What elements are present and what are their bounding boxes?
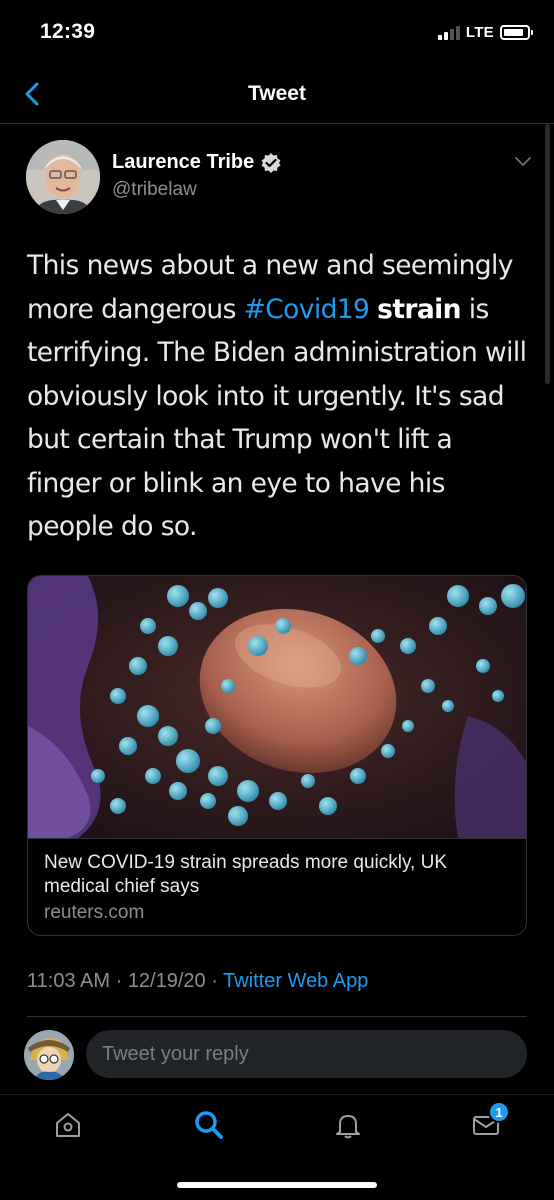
status-time: 12:39	[40, 20, 96, 43]
search-icon	[195, 1111, 223, 1139]
scroll-indicator	[545, 124, 550, 384]
tweet-text: This news about a new and seemingly more…	[27, 244, 532, 549]
chevron-down-icon[interactable]	[514, 154, 532, 168]
nav-header: Tweet	[0, 66, 554, 124]
network-label: LTE	[465, 24, 494, 41]
status-indicators: LTE	[437, 24, 533, 41]
author-avatar[interactable]	[26, 140, 100, 214]
link-card[interactable]: New COVID-19 strain spreads more quickly…	[27, 575, 527, 936]
meta-separator: ·	[110, 970, 128, 992]
user-avatar[interactable]	[24, 1030, 74, 1080]
tweet-time: 11:03 AM	[27, 970, 111, 992]
tweet-date: 12/19/20	[127, 970, 206, 992]
tab-notifications[interactable]	[328, 1105, 368, 1145]
verified-badge-icon	[261, 152, 281, 173]
card-domain: reuters.com	[44, 902, 145, 923]
card-title: New COVID-19 strain spreads more quickly…	[44, 852, 447, 897]
meta-separator: ·	[205, 970, 224, 992]
tweet-meta: 11:03 AM · 12/19/20 · Twitter Web App	[27, 970, 368, 993]
page-title: Tweet	[248, 82, 306, 105]
tab-bar: 1	[0, 1094, 554, 1154]
card-image[interactable]	[28, 576, 526, 838]
notification-badge: 1	[488, 1101, 510, 1123]
tab-messages[interactable]: 1	[466, 1101, 510, 1145]
home-indicator[interactable]	[177, 1182, 377, 1188]
card-body[interactable]: New COVID-19 strain spreads more quickly…	[28, 838, 526, 935]
hashtag-link[interactable]: #Covid19	[244, 294, 370, 325]
author-name-text: Laurence Tribe	[112, 151, 255, 173]
author-name[interactable]: Laurence Tribe	[112, 151, 282, 174]
tweet-text-part: is terrifying. The Biden administration …	[27, 293, 527, 543]
tweet-author[interactable]: Laurence Tribe @tribelaw	[26, 140, 536, 216]
tab-home[interactable]	[48, 1105, 88, 1145]
reply-input[interactable]	[86, 1030, 527, 1078]
status-bar: 12:39 LTE	[0, 0, 554, 66]
tab-search[interactable]	[189, 1105, 229, 1145]
tweet-text-part	[369, 294, 377, 325]
tweet-text-bold: strain	[377, 293, 461, 325]
signal-icon	[437, 25, 460, 40]
battery-icon	[500, 25, 533, 40]
author-handle: @tribelaw	[112, 179, 197, 200]
tweet-source-link[interactable]: Twitter Web App	[223, 970, 368, 992]
bell-icon	[336, 1115, 360, 1139]
reply-bar	[0, 1028, 554, 1084]
divider	[27, 1016, 527, 1017]
home-icon	[56, 1113, 80, 1137]
